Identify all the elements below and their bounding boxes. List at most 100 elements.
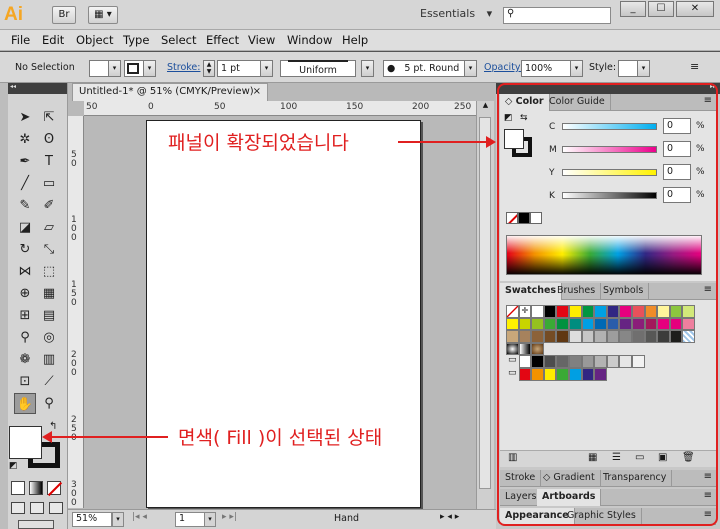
- brush-definition[interactable]: ● 5 pt. Round: [383, 60, 465, 77]
- draw-inside-icon[interactable]: [49, 502, 63, 514]
- variable-width-profile[interactable]: Uniform: [280, 60, 356, 77]
- menu-file[interactable]: File: [11, 33, 30, 47]
- type-tool-icon[interactable]: T: [38, 151, 60, 172]
- width-tool-icon[interactable]: ⋈: [14, 261, 36, 282]
- expanded-panel-highlight: [497, 83, 718, 526]
- last-artboard-icon[interactable]: ▸ ▸|: [222, 512, 237, 522]
- eyedropper-tool-icon[interactable]: ⚲: [14, 327, 36, 348]
- menu-object[interactable]: Object: [76, 33, 113, 47]
- zoom-field[interactable]: 51%: [72, 512, 112, 527]
- lasso-tool-icon[interactable]: ʘ: [38, 129, 60, 150]
- color-mode-icon[interactable]: [11, 481, 25, 495]
- line-tool-icon[interactable]: ╱: [14, 173, 36, 194]
- rectangle-tool-icon[interactable]: ▭: [38, 173, 60, 194]
- workspace-label: Essentials: [420, 7, 476, 20]
- left-dock-strip: [0, 83, 8, 529]
- perspective-grid-tool-icon[interactable]: ▦: [38, 283, 60, 304]
- menu-help[interactable]: Help: [342, 33, 368, 47]
- close-tab-icon[interactable]: ×: [253, 84, 261, 100]
- artboard-tool-icon[interactable]: ⊡: [14, 371, 36, 392]
- column-graph-tool-icon[interactable]: ▥: [38, 349, 60, 370]
- arrowhead-left-icon: [42, 431, 52, 443]
- stroke-stepper[interactable]: ▲ ▼: [203, 60, 215, 77]
- horizontal-ruler: 50 0 50 100 150 200 250: [84, 101, 476, 116]
- illustrator-logo: Ai: [4, 4, 23, 25]
- stroke-weight-field[interactable]: 1 pt: [217, 60, 261, 77]
- minimize-button[interactable]: _: [620, 1, 646, 17]
- shape-builder-tool-icon[interactable]: ⊕: [14, 283, 36, 304]
- scroll-thumb[interactable]: [479, 117, 491, 489]
- paintbrush-tool-icon[interactable]: ✎: [14, 195, 36, 216]
- chevron-down-icon: ▾: [486, 7, 493, 20]
- pencil-tool-icon[interactable]: ✐: [38, 195, 60, 216]
- menu-select[interactable]: Select: [161, 33, 196, 47]
- graphic-style-swatch[interactable]: [618, 60, 638, 77]
- menu-type[interactable]: Type: [123, 33, 149, 47]
- menu-view[interactable]: View: [248, 33, 275, 47]
- slice-tool-icon[interactable]: ⟋: [38, 371, 60, 392]
- draw-normal-icon[interactable]: [11, 502, 25, 514]
- menu-bar: File Edit Object Type Select Effect View…: [0, 30, 720, 51]
- style-label: Style:: [589, 62, 617, 73]
- mesh-tool-icon[interactable]: ⊞: [14, 305, 36, 326]
- opacity-dropdown[interactable]: ▾: [570, 60, 583, 77]
- gradient-tool-icon[interactable]: ▤: [38, 305, 60, 326]
- scroll-up-icon[interactable]: ▲: [477, 101, 494, 115]
- control-panel-menu-icon[interactable]: ≡: [690, 60, 699, 73]
- stroke-weight-dropdown[interactable]: ▾: [260, 60, 273, 77]
- opacity-field[interactable]: 100%: [521, 60, 571, 77]
- fill-swatch[interactable]: [89, 60, 109, 77]
- menu-window[interactable]: Window: [287, 33, 332, 47]
- brush-dot-icon: ●: [387, 63, 396, 74]
- magic-wand-tool-icon[interactable]: ✲: [14, 129, 36, 150]
- fill-dropdown[interactable]: ▾: [108, 60, 121, 77]
- artboard-navigation-field[interactable]: 1: [175, 512, 205, 527]
- vertical-scrollbar[interactable]: ▲: [476, 101, 494, 509]
- scale-tool-icon[interactable]: ⤡: [38, 239, 60, 260]
- menu-edit[interactable]: Edit: [42, 33, 64, 47]
- gradient-mode-icon[interactable]: [29, 481, 43, 495]
- hand-tool-icon[interactable]: ✋: [14, 393, 36, 414]
- fill-box-front[interactable]: [9, 426, 42, 459]
- status-arrows-icon[interactable]: ▸ ◂ ▸: [440, 512, 459, 522]
- stroke-swatch[interactable]: [124, 60, 144, 77]
- arrange-documents-button[interactable]: ▦ ▾: [88, 6, 118, 24]
- collapse-arrow-icon[interactable]: ◂◂: [8, 83, 67, 94]
- brush-dropdown[interactable]: ▾: [464, 60, 477, 77]
- stroke-dropdown[interactable]: ▾: [143, 60, 156, 77]
- opacity-link[interactable]: Opacity:: [484, 62, 523, 73]
- eraser-tool-icon[interactable]: ▱: [38, 217, 60, 238]
- control-bar: No Selection ▾ ▾ Stroke: ▲ ▼ 1 pt ▾ Unifo…: [0, 52, 720, 83]
- stroke-link[interactable]: Stroke:: [167, 62, 200, 73]
- draw-behind-icon[interactable]: [30, 502, 44, 514]
- document-tab[interactable]: Untitled-1* @ 51% (CMYK/Preview) ×: [72, 83, 268, 101]
- first-artboard-icon[interactable]: |◂ ◂: [132, 512, 147, 522]
- selection-status: No Selection: [15, 62, 75, 73]
- direct-selection-tool-icon[interactable]: ⇱: [38, 107, 60, 128]
- artboard-dropdown[interactable]: ▾: [204, 512, 216, 527]
- restore-button[interactable]: ☐: [648, 1, 674, 17]
- search-icon: ⚲: [507, 8, 515, 19]
- free-transform-tool-icon[interactable]: ⬚: [38, 261, 60, 282]
- symbol-sprayer-tool-icon[interactable]: ❁: [14, 349, 36, 370]
- workspace-switcher[interactable]: Essentials ▾: [420, 7, 492, 20]
- close-button[interactable]: ✕: [676, 1, 714, 17]
- annotation-arrow-right: [398, 141, 490, 143]
- style-dropdown[interactable]: ▾: [637, 60, 650, 77]
- blob-brush-tool-icon[interactable]: ◪: [14, 217, 36, 238]
- pen-tool-icon[interactable]: ✒: [14, 151, 36, 172]
- default-fill-stroke-icon[interactable]: ◩: [9, 461, 18, 471]
- rotate-tool-icon[interactable]: ↻: [14, 239, 36, 260]
- menu-effect[interactable]: Effect: [206, 33, 239, 47]
- bridge-button[interactable]: Br: [52, 6, 76, 24]
- selection-tool-icon[interactable]: ➤: [14, 107, 36, 128]
- annotation-arrow-left: [52, 436, 168, 438]
- zoom-tool-icon[interactable]: ⚲: [38, 393, 60, 414]
- search-input[interactable]: ⚲: [503, 7, 611, 24]
- profile-dropdown[interactable]: ▾: [361, 60, 374, 77]
- screen-mode-button[interactable]: [18, 520, 54, 529]
- status-bar: 51% ▾ |◂ ◂ 1 ▾ ▸ ▸| Hand ▸ ◂ ▸: [68, 509, 496, 529]
- zoom-dropdown[interactable]: ▾: [112, 512, 124, 527]
- none-mode-icon[interactable]: [47, 481, 63, 497]
- blend-tool-icon[interactable]: ◎: [38, 327, 60, 348]
